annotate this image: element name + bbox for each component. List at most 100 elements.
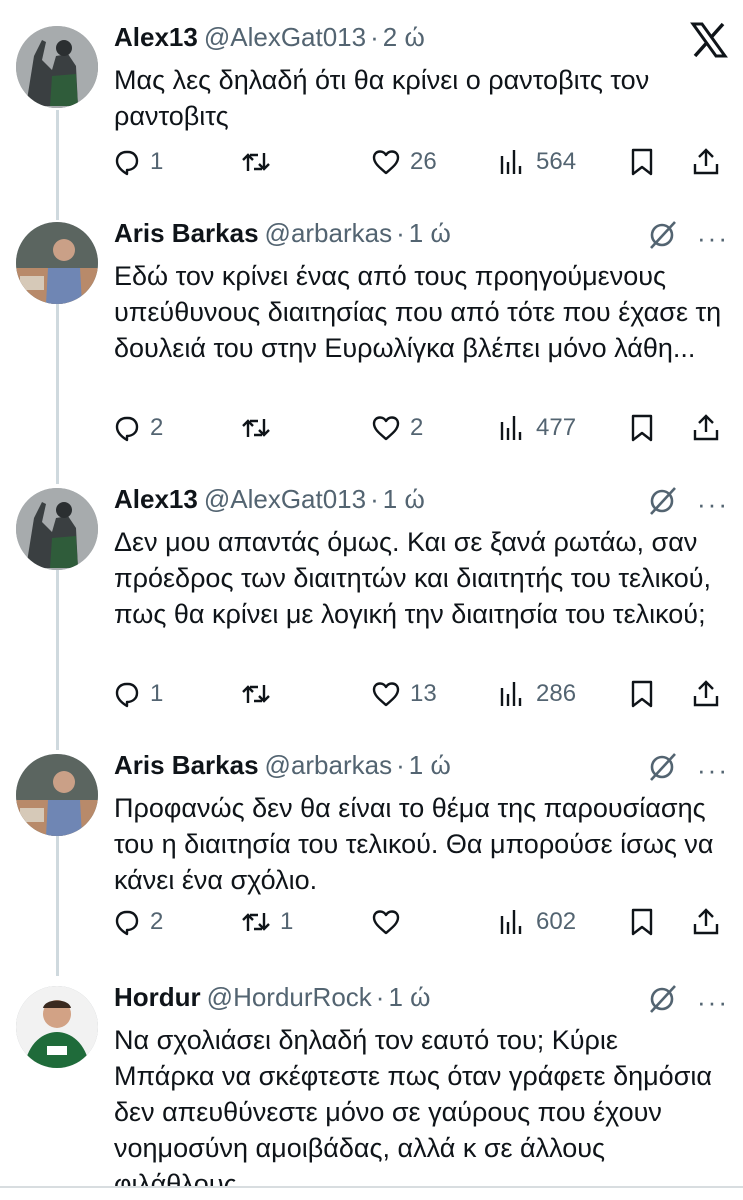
reply-icon bbox=[115, 682, 139, 708]
timestamp[interactable]: 1 ώ bbox=[409, 218, 451, 248]
like-button[interactable] bbox=[370, 902, 410, 942]
avatar[interactable] bbox=[16, 26, 98, 108]
retweet-icon bbox=[242, 419, 270, 437]
avatar[interactable] bbox=[16, 986, 98, 1068]
retweet-button[interactable] bbox=[240, 142, 280, 182]
like-count: 13 bbox=[410, 680, 437, 707]
avatar-image-icon bbox=[16, 222, 98, 304]
separator-dot: · bbox=[396, 750, 405, 780]
tweet[interactable]: Alex13 @AlexGat013 · 2 ώ Μας λες δηλαδή ότι… bbox=[0, 0, 743, 200]
tweet-actions: 1 26 564 bbox=[110, 142, 730, 182]
views-button[interactable]: 286 bbox=[496, 674, 576, 714]
tweet-actions: 1 13 286 bbox=[110, 674, 730, 714]
separator-dot: · bbox=[370, 22, 379, 52]
reply-button[interactable]: 2 bbox=[110, 408, 163, 448]
tweet-corner-icons: ··· bbox=[645, 982, 729, 1021]
share-button[interactable] bbox=[690, 674, 722, 714]
share-icon bbox=[693, 908, 719, 935]
timestamp[interactable]: 2 ώ bbox=[383, 22, 425, 52]
views-button[interactable]: 477 bbox=[496, 408, 576, 448]
views-count: 286 bbox=[536, 680, 577, 707]
tweet-corner-icons: ··· bbox=[645, 484, 729, 523]
more-icon[interactable]: ··· bbox=[697, 757, 729, 783]
tweet[interactable]: Hordur @HordurRock · 1 ώ ··· Να σχολιάσει δ… bbox=[0, 960, 743, 1186]
author-handle[interactable]: @HordurRock bbox=[207, 982, 372, 1012]
reply-button[interactable]: 2 bbox=[110, 902, 163, 942]
bookmark-button[interactable] bbox=[626, 408, 658, 448]
like-icon bbox=[372, 150, 400, 175]
tweet[interactable]: Aris Barkas @arbarkas · 1 ώ ··· Εδώ τον κρί… bbox=[0, 196, 743, 466]
avatar[interactable] bbox=[16, 488, 98, 570]
views-button[interactable]: 602 bbox=[496, 902, 576, 942]
author-name[interactable]: Alex13 bbox=[114, 22, 198, 52]
avatar-image-icon bbox=[16, 26, 98, 108]
like-button[interactable]: 2 bbox=[370, 408, 423, 448]
bookmark-button[interactable] bbox=[626, 902, 658, 942]
tweet-actions: 2 1 602 bbox=[110, 902, 730, 942]
bookmark-icon bbox=[631, 414, 653, 442]
reply-count: 2 bbox=[150, 908, 164, 935]
bookmark-icon bbox=[631, 908, 653, 936]
grok-icon[interactable] bbox=[645, 982, 679, 1021]
share-icon bbox=[693, 148, 719, 175]
reply-icon bbox=[115, 910, 139, 936]
tweet[interactable]: Alex13 @AlexGat013 · 1 ώ ··· Δεν μου απαντά… bbox=[0, 462, 743, 732]
views-icon bbox=[500, 682, 522, 706]
views-count: 602 bbox=[536, 908, 577, 935]
share-icon bbox=[693, 680, 719, 707]
reply-button[interactable]: 1 bbox=[110, 142, 163, 182]
author-name[interactable]: Hordur bbox=[114, 982, 201, 1012]
views-icon bbox=[500, 416, 522, 440]
author-handle[interactable]: @AlexGat013 bbox=[204, 484, 366, 514]
bookmark-icon bbox=[631, 148, 653, 176]
tweet[interactable]: Aris Barkas @arbarkas · 1 ώ ··· Προφανώς δε… bbox=[0, 728, 743, 968]
retweet-count: 1 bbox=[280, 908, 294, 935]
avatar-image-icon bbox=[16, 754, 98, 836]
bookmark-button[interactable] bbox=[626, 142, 658, 182]
share-button[interactable] bbox=[690, 902, 722, 942]
like-icon bbox=[372, 682, 400, 707]
author-name[interactable]: Aris Barkas bbox=[114, 750, 259, 780]
retweet-button[interactable] bbox=[240, 408, 280, 448]
like-button[interactable]: 13 bbox=[370, 674, 437, 714]
author-handle[interactable]: @AlexGat013 bbox=[204, 22, 366, 52]
author-handle[interactable]: @arbarkas bbox=[265, 218, 393, 248]
share-button[interactable] bbox=[690, 408, 722, 448]
views-button[interactable]: 564 bbox=[496, 142, 576, 182]
avatar[interactable] bbox=[16, 222, 98, 304]
share-button[interactable] bbox=[690, 142, 722, 182]
grok-icon[interactable] bbox=[645, 218, 679, 257]
views-count: 564 bbox=[536, 148, 577, 175]
timestamp[interactable]: 1 ώ bbox=[383, 484, 425, 514]
grok-icon[interactable] bbox=[645, 484, 679, 523]
tweet-text: Δεν μου απαντάς όμως. Και σε ξανά ρωτάω,… bbox=[114, 527, 712, 629]
share-icon bbox=[693, 414, 719, 441]
author-name[interactable]: Aris Barkas bbox=[114, 218, 259, 248]
reply-count: 1 bbox=[150, 148, 164, 175]
author-handle[interactable]: @arbarkas bbox=[265, 750, 393, 780]
separator-dot: · bbox=[370, 484, 379, 514]
tweet-header: Alex13 @AlexGat013 · 2 ώ bbox=[114, 22, 743, 62]
retweet-button[interactable] bbox=[240, 674, 280, 714]
reply-button[interactable]: 1 bbox=[110, 674, 163, 714]
views-icon bbox=[500, 150, 522, 174]
grok-icon[interactable] bbox=[645, 750, 679, 789]
like-count: 2 bbox=[410, 414, 424, 441]
retweet-icon bbox=[242, 685, 270, 703]
more-icon[interactable]: ··· bbox=[697, 491, 729, 517]
more-icon[interactable]: ··· bbox=[697, 225, 729, 251]
tweet-text: Μας λες δηλαδή ότι θα κρίνει ο ραντοβιτς… bbox=[114, 65, 650, 131]
retweet-button[interactable]: 1 bbox=[240, 902, 293, 942]
bottom-divider bbox=[0, 1186, 743, 1188]
separator-dot: · bbox=[375, 982, 385, 1012]
avatar[interactable] bbox=[16, 754, 98, 836]
bookmark-icon bbox=[631, 680, 653, 708]
timestamp[interactable]: 1 ώ bbox=[388, 982, 430, 1012]
more-icon[interactable]: ··· bbox=[697, 989, 729, 1015]
timestamp[interactable]: 1 ώ bbox=[409, 750, 451, 780]
author-name[interactable]: Alex13 bbox=[114, 484, 198, 514]
like-icon bbox=[372, 910, 400, 935]
like-button[interactable]: 26 bbox=[370, 142, 437, 182]
bookmark-button[interactable] bbox=[626, 674, 658, 714]
tweet-corner-icons: ··· bbox=[645, 218, 729, 257]
